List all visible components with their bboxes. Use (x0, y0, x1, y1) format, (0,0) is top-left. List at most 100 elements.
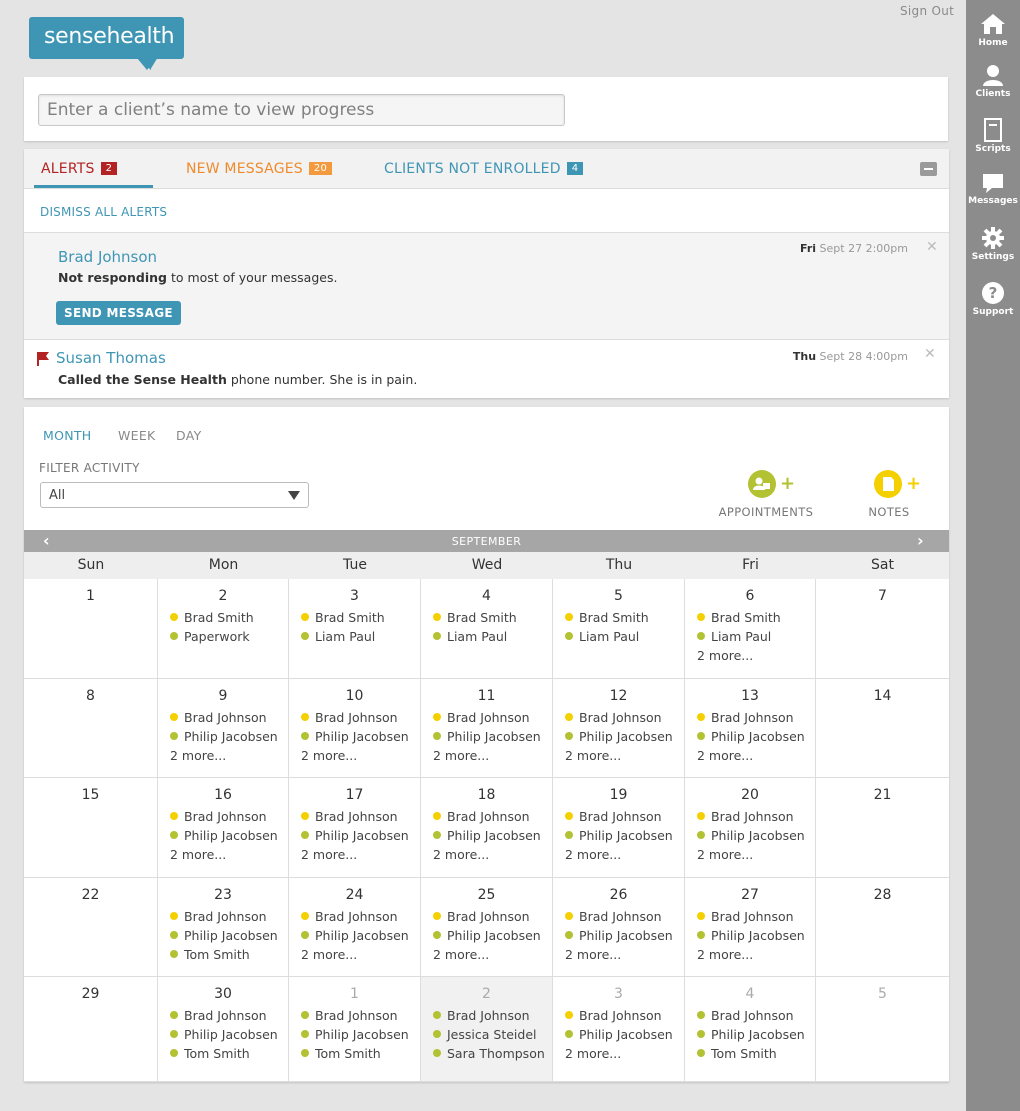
view-tab-day[interactable]: DAY (176, 428, 202, 443)
close-icon[interactable]: ✕ (924, 346, 936, 362)
calendar-event[interactable]: Brad Johnson (565, 1008, 662, 1023)
calendar-event[interactable]: Brad Johnson (697, 1008, 794, 1023)
more-events-link[interactable]: 2 more... (433, 748, 489, 763)
calendar-event[interactable]: Brad Johnson (170, 809, 267, 824)
calendar-event[interactable]: Brad Smith (301, 610, 385, 625)
nav-settings[interactable]: Settings (966, 226, 1020, 262)
calendar-event[interactable]: Tom Smith (170, 947, 250, 962)
more-events-link[interactable]: 2 more... (565, 748, 621, 763)
calendar-event[interactable]: Philip Jacobsen (565, 928, 673, 943)
calendar-event[interactable]: Brad Johnson (433, 1008, 530, 1023)
calendar-event[interactable]: Brad Smith (170, 610, 254, 625)
calendar-day-cell[interactable]: 18 Brad Johnson Philip Jacobsen 2 more... (421, 778, 553, 878)
dismiss-all-alerts-link[interactable]: DISMISS ALL ALERTS (40, 205, 167, 219)
calendar-day-cell[interactable]: 28 (816, 878, 949, 977)
calendar-event[interactable]: Brad Johnson (301, 1008, 398, 1023)
calendar-event[interactable]: Philip Jacobsen (170, 828, 278, 843)
calendar-event[interactable]: Philip Jacobsen (697, 1027, 805, 1042)
nav-home[interactable]: Home (966, 12, 1020, 48)
calendar-event[interactable]: Brad Johnson (301, 809, 398, 824)
more-events-link[interactable]: 2 more... (170, 748, 226, 763)
calendar-event[interactable]: Philip Jacobsen (301, 928, 409, 943)
calendar-event[interactable]: Philip Jacobsen (565, 729, 673, 744)
calendar-day-cell[interactable]: 26 Brad Johnson Philip Jacobsen 2 more... (553, 878, 685, 977)
calendar-day-cell[interactable]: 25 Brad Johnson Philip Jacobsen 2 more... (421, 878, 553, 977)
calendar-day-cell[interactable]: 2 Brad Johnson Jessica Steidel Sara Thompso… (421, 977, 553, 1082)
alert-client-name[interactable]: Susan Thomas (56, 349, 166, 367)
calendar-event[interactable]: Tom Smith (170, 1046, 250, 1061)
logo[interactable]: sensehealth (29, 17, 184, 70)
calendar-event[interactable]: Philip Jacobsen (433, 729, 541, 744)
calendar-event[interactable]: Philip Jacobsen (170, 729, 278, 744)
calendar-event[interactable]: Liam Paul (697, 629, 771, 644)
add-note-button[interactable]: + NOTES (862, 470, 921, 520)
calendar-day-cell[interactable]: 19 Brad Johnson Philip Jacobsen 2 more... (553, 778, 685, 878)
tab-new-messages[interactable]: NEW MESSAGES 20 (186, 161, 333, 177)
calendar-day-cell[interactable]: 30 Brad Johnson Philip Jacobsen Tom Smith (158, 977, 289, 1082)
more-events-link[interactable]: 2 more... (565, 1046, 621, 1061)
calendar-event[interactable]: Sara Thompson (433, 1046, 545, 1061)
calendar-event[interactable]: Brad Smith (433, 610, 517, 625)
calendar-event[interactable]: Philip Jacobsen (170, 1027, 278, 1042)
calendar-event[interactable]: Brad Johnson (170, 909, 267, 924)
calendar-day-cell[interactable]: 7 (816, 579, 949, 679)
calendar-event[interactable]: Brad Johnson (301, 909, 398, 924)
calendar-day-cell[interactable]: 23 Brad Johnson Philip Jacobsen Tom Smith (158, 878, 289, 977)
close-icon[interactable]: ✕ (926, 239, 938, 255)
calendar-event[interactable]: Brad Smith (697, 610, 781, 625)
calendar-event[interactable]: Liam Paul (433, 629, 507, 644)
filter-activity-select[interactable]: All (40, 482, 309, 508)
calendar-event[interactable]: Brad Johnson (565, 909, 662, 924)
tab-alerts[interactable]: ALERTS 2 (41, 161, 118, 177)
calendar-day-cell[interactable]: 12 Brad Johnson Philip Jacobsen 2 more... (553, 679, 685, 778)
calendar-event[interactable]: Brad Smith (565, 610, 649, 625)
calendar-day-cell[interactable]: 15 (24, 778, 158, 878)
calendar-day-cell[interactable]: 8 (24, 679, 158, 778)
calendar-event[interactable]: Jessica Steidel (433, 1027, 536, 1042)
calendar-event[interactable]: Brad Johnson (697, 909, 794, 924)
more-events-link[interactable]: 2 more... (433, 847, 489, 862)
add-appointment-button[interactable]: + APPOINTMENTS (714, 470, 818, 520)
view-tab-month[interactable]: MONTH (43, 428, 92, 443)
calendar-day-cell[interactable]: 10 Brad Johnson Philip Jacobsen 2 more... (289, 679, 421, 778)
calendar-event[interactable]: Philip Jacobsen (433, 928, 541, 943)
calendar-day-cell[interactable]: 3 Brad Johnson Philip Jacobsen 2 more... (553, 977, 685, 1082)
view-tab-week[interactable]: WEEK (118, 428, 156, 443)
calendar-day-cell[interactable]: 4 Brad Johnson Philip Jacobsen Tom Smith (685, 977, 816, 1082)
calendar-event[interactable]: Brad Johnson (433, 710, 530, 725)
alert-client-name[interactable]: Brad Johnson (58, 248, 157, 266)
calendar-day-cell[interactable]: 1 Brad Johnson Philip Jacobsen Tom Smith (289, 977, 421, 1082)
calendar-day-cell[interactable]: 27 Brad Johnson Philip Jacobsen 2 more... (685, 878, 816, 977)
calendar-day-cell[interactable]: 29 (24, 977, 158, 1082)
calendar-event[interactable]: Tom Smith (301, 1046, 381, 1061)
calendar-event[interactable]: Philip Jacobsen (301, 729, 409, 744)
sign-out-link[interactable]: Sign Out (900, 4, 954, 18)
calendar-event[interactable]: Philip Jacobsen (301, 1027, 409, 1042)
calendar-day-cell[interactable]: 24 Brad Johnson Philip Jacobsen 2 more... (289, 878, 421, 977)
more-events-link[interactable]: 2 more... (697, 748, 753, 763)
calendar-event[interactable]: Brad Johnson (433, 809, 530, 824)
collapse-icon[interactable] (920, 162, 937, 176)
calendar-day-cell[interactable]: 11 Brad Johnson Philip Jacobsen 2 more... (421, 679, 553, 778)
calendar-event[interactable]: Brad Johnson (433, 909, 530, 924)
calendar-event[interactable]: Paperwork (170, 629, 250, 644)
nav-clients[interactable]: Clients (966, 64, 1020, 99)
calendar-day-cell[interactable]: 14 (816, 679, 949, 778)
calendar-day-cell[interactable]: 17 Brad Johnson Philip Jacobsen 2 more... (289, 778, 421, 878)
calendar-event[interactable]: Brad Johnson (697, 710, 794, 725)
calendar-event[interactable]: Philip Jacobsen (697, 729, 805, 744)
calendar-event[interactable]: Philip Jacobsen (301, 828, 409, 843)
client-search-input[interactable] (38, 94, 565, 126)
calendar-day-cell[interactable]: 4 Brad Smith Liam Paul (421, 579, 553, 679)
calendar-day-cell[interactable]: 2 Brad Smith Paperwork (158, 579, 289, 679)
calendar-day-cell[interactable]: 9 Brad Johnson Philip Jacobsen 2 more... (158, 679, 289, 778)
calendar-event[interactable]: Philip Jacobsen (697, 928, 805, 943)
calendar-event[interactable]: Brad Johnson (697, 809, 794, 824)
calendar-event[interactable]: Philip Jacobsen (565, 1027, 673, 1042)
next-month-icon[interactable]: › (917, 531, 924, 550)
nav-messages[interactable]: Messages (966, 172, 1020, 206)
more-events-link[interactable]: 2 more... (301, 847, 357, 862)
calendar-day-cell[interactable]: 16 Brad Johnson Philip Jacobsen 2 more... (158, 778, 289, 878)
calendar-day-cell[interactable]: 6 Brad Smith Liam Paul 2 more... (685, 579, 816, 679)
calendar-event[interactable]: Philip Jacobsen (565, 828, 673, 843)
